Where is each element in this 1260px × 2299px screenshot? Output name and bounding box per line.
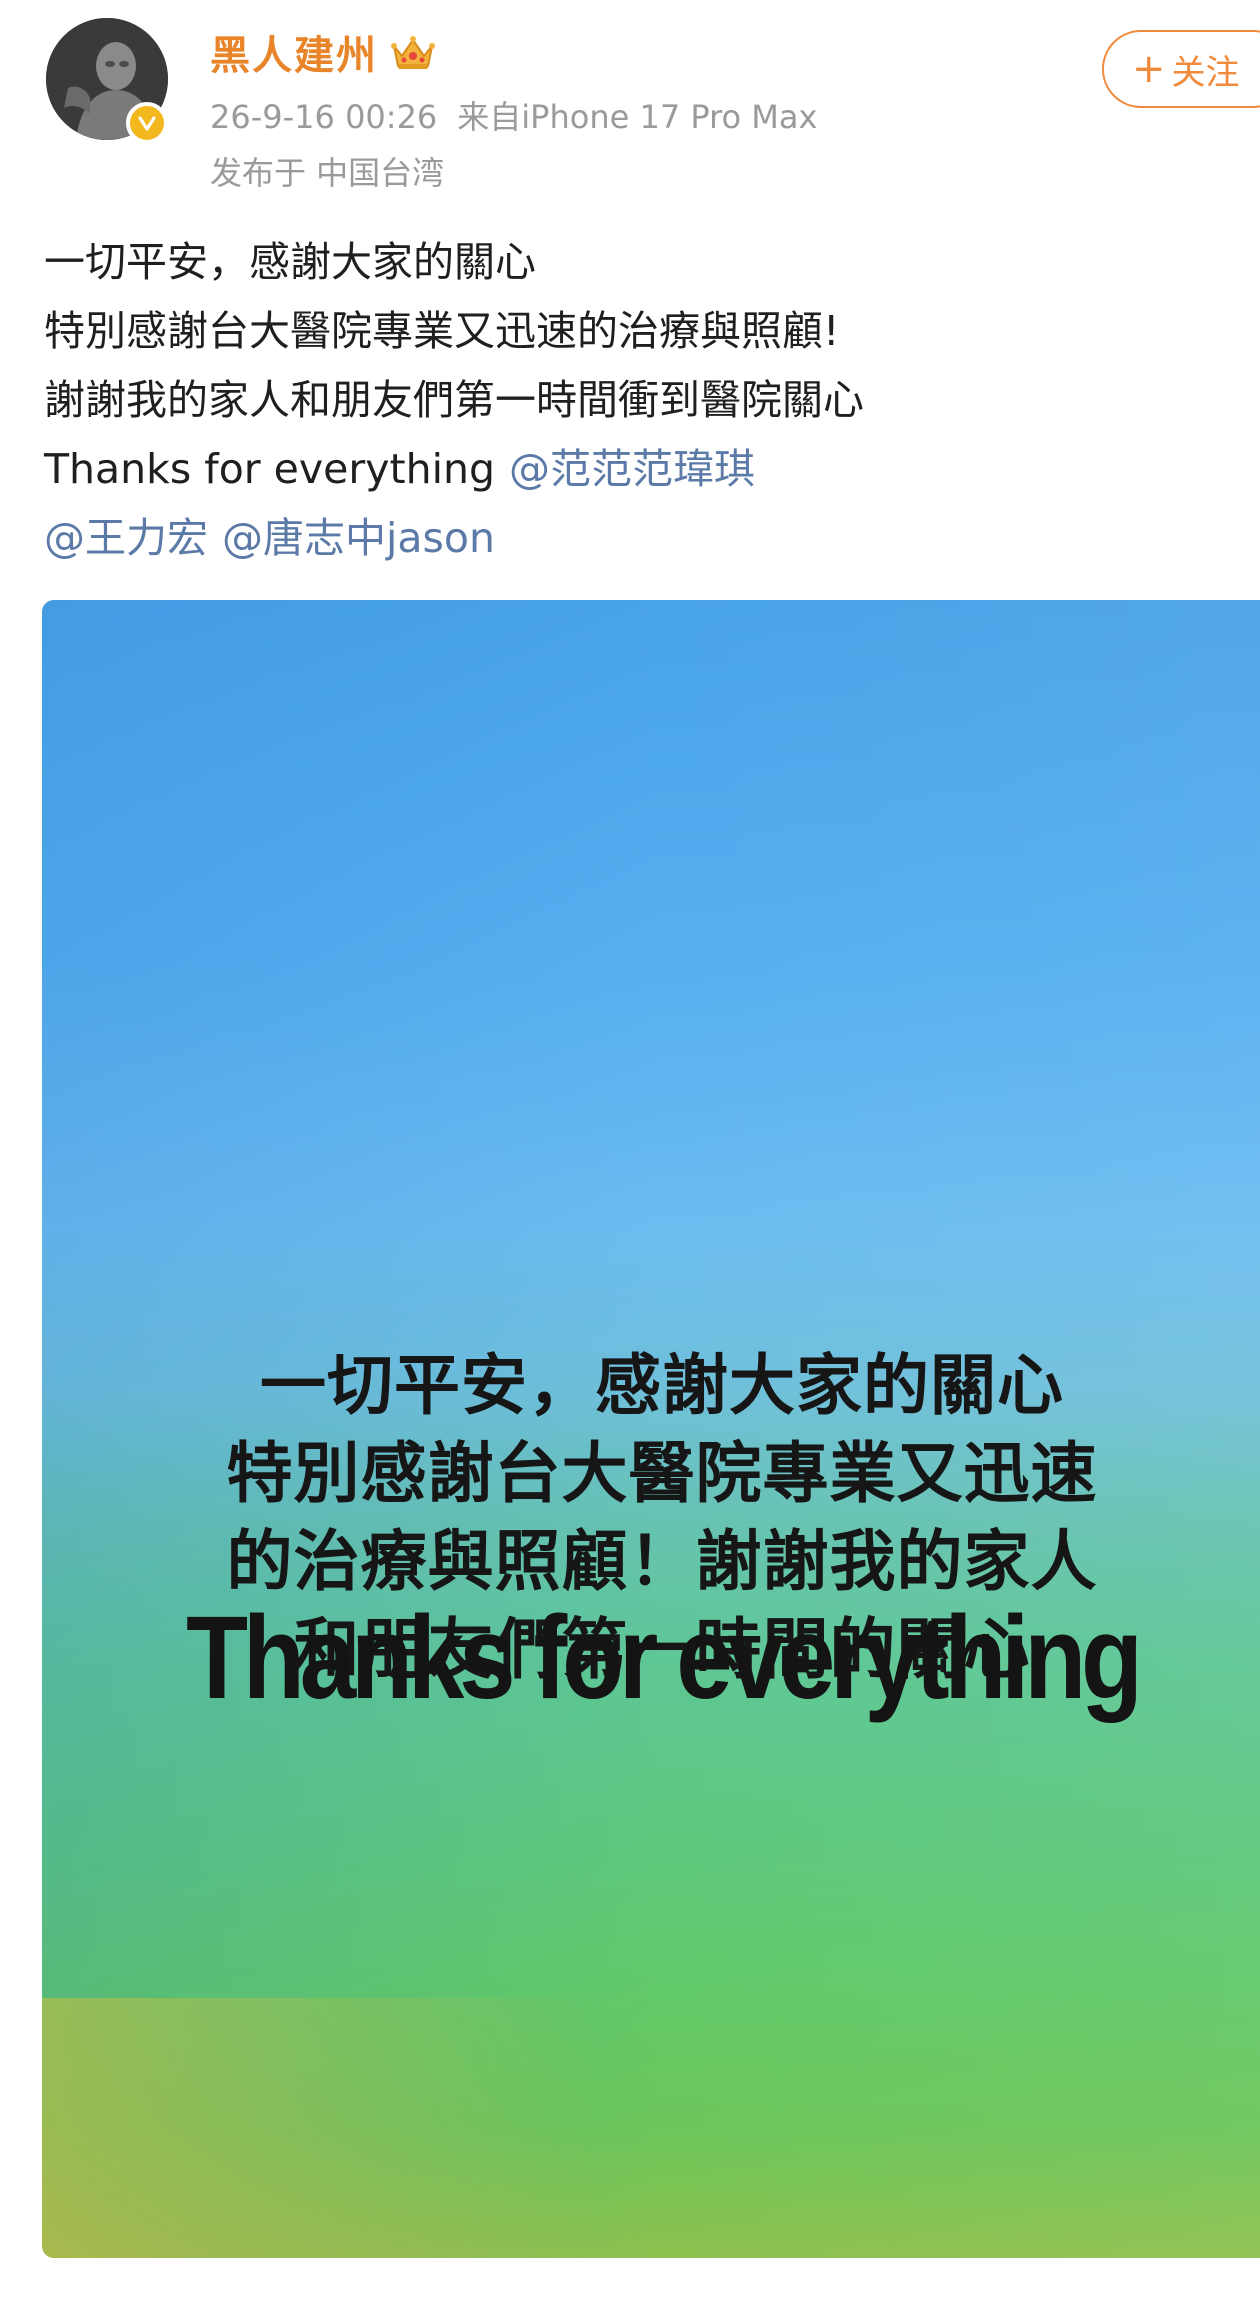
post-location: 发布于 中国台湾 xyxy=(210,154,445,192)
post-line: 特別感謝台大醫院專業又迅速的治療與照顧! xyxy=(44,307,840,355)
post-image[interactable]: 一切平安，感謝大家的關心 特別感謝台大醫院專業又迅速 的治療與照顧！謝謝我的家人… xyxy=(42,600,1260,2258)
mention-link[interactable]: @王力宏 xyxy=(44,514,208,562)
verified-badge-icon xyxy=(126,102,168,144)
mention-link[interactable]: @唐志中jason xyxy=(222,514,495,562)
bottom-area xyxy=(0,2258,1260,2299)
post-line: 謝謝我的家人和朋友們第一時間衝到醫院關心 xyxy=(44,376,864,424)
mention-link[interactable]: @范范范瑋琪 xyxy=(509,445,755,493)
post-line: 一切平安，感謝大家的關心 xyxy=(44,238,536,286)
post-line: @王力宏 @唐志中jason xyxy=(44,504,1234,573)
post-text: 一切平安，感謝大家的關心 特別感謝台大醫院專業又迅速的治療與照顧! 謝謝我的家人… xyxy=(44,228,1234,573)
follow-label: 关注 xyxy=(1171,52,1240,93)
post-meta: 26-9-16 00:26 来自iPhone 17 Pro Max xyxy=(210,92,817,138)
plus-icon: + xyxy=(1132,46,1166,92)
image-caption-line: 一切平安，感謝大家的關心 xyxy=(260,1347,1064,1424)
image-thanks-text: Thanks for everything xyxy=(186,1592,1143,1724)
follow-button[interactable]: + 关注 xyxy=(1102,30,1260,108)
post-line-text: Thanks for everything xyxy=(44,445,495,493)
post-source: 来自iPhone 17 Pro Max xyxy=(457,98,818,136)
username-row: 黑人建州 xyxy=(210,22,436,82)
post-line: Thanks for everything @范范范瑋琪 xyxy=(44,435,1234,504)
username[interactable]: 黑人建州 xyxy=(210,23,378,81)
post-timestamp: 26-9-16 00:26 xyxy=(210,98,438,136)
crown-icon xyxy=(391,36,435,69)
image-caption-line: 特別感謝台大醫院專業又迅速 xyxy=(226,1435,1098,1512)
